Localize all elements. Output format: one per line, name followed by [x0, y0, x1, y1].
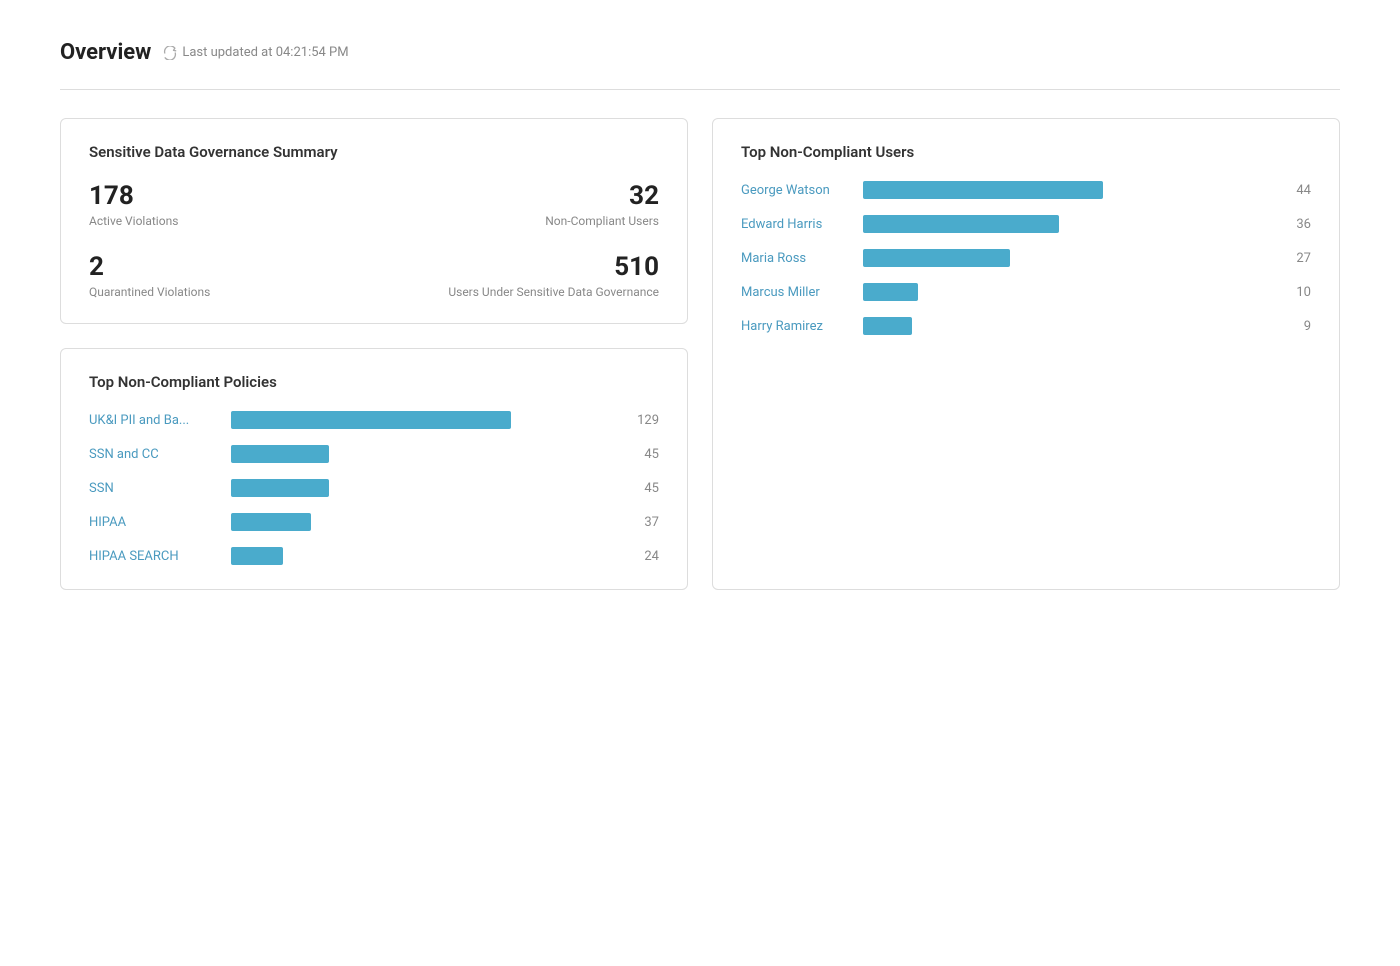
user-bar-row: Harry Ramirez 9 [741, 317, 1311, 335]
policy-bar-value: 37 [631, 515, 659, 530]
user-bar-row: George Watson 44 [741, 181, 1311, 199]
users-sdg-value: 510 [374, 252, 659, 283]
policy-bar-value: 24 [631, 549, 659, 564]
user-bar-track [863, 283, 1271, 301]
user-bar-value: 44 [1283, 183, 1311, 198]
active-violations-value: 178 [89, 181, 374, 212]
page-header: Overview Last updated at 04:21:54 PM [60, 40, 1340, 65]
policies-card: Top Non-Compliant Policies UK&I PII and … [60, 348, 688, 590]
policies-card-title: Top Non-Compliant Policies [89, 373, 659, 391]
policy-bar-label[interactable]: HIPAA SEARCH [89, 549, 219, 564]
user-bar-row: Maria Ross 27 [741, 249, 1311, 267]
policy-bar-row: HIPAA 37 [89, 513, 659, 531]
policy-bar-value: 45 [631, 481, 659, 496]
user-bar-track [863, 215, 1271, 233]
last-updated: Last updated at 04:21:54 PM [163, 45, 348, 60]
user-bar-fill [863, 283, 918, 301]
page-title: Overview [60, 40, 151, 65]
user-bar-track [863, 181, 1271, 199]
summary-card-title: Sensitive Data Governance Summary [89, 143, 659, 161]
policy-bar-label[interactable]: UK&I PII and Ba... [89, 413, 219, 428]
user-bar-track [863, 249, 1271, 267]
policies-bar-list: UK&I PII and Ba... 129 SSN and CC 45 SSN… [89, 411, 659, 565]
user-bar-label[interactable]: Marcus Miller [741, 285, 851, 300]
policy-bar-row: HIPAA SEARCH 24 [89, 547, 659, 565]
users-sdg-item: 510 Users Under Sensitive Data Governanc… [374, 252, 659, 299]
policy-bar-track [231, 411, 619, 429]
quarantined-violations-value: 2 [89, 252, 374, 283]
policy-bar-label[interactable]: HIPAA [89, 515, 219, 530]
quarantined-violations-item: 2 Quarantined Violations [89, 252, 374, 299]
policy-bar-label[interactable]: SSN and CC [89, 447, 219, 462]
policy-bar-row: UK&I PII and Ba... 129 [89, 411, 659, 429]
user-bar-value: 10 [1283, 285, 1311, 300]
non-compliant-users-value: 32 [374, 181, 659, 212]
policy-bar-fill [231, 513, 311, 531]
policy-bar-fill [231, 547, 283, 565]
summary-grid: 178 Active Violations 32 Non-Compliant U… [89, 181, 659, 299]
active-violations-item: 178 Active Violations [89, 181, 374, 228]
users-sdg-label: Users Under Sensitive Data Governance [374, 285, 659, 299]
user-bar-fill [863, 181, 1103, 199]
user-bar-fill [863, 215, 1059, 233]
policy-bar-label[interactable]: SSN [89, 481, 219, 496]
user-bar-value: 27 [1283, 251, 1311, 266]
policy-bar-fill [231, 411, 511, 429]
user-bar-row: Edward Harris 36 [741, 215, 1311, 233]
users-card-title: Top Non-Compliant Users [741, 143, 1311, 161]
user-bar-row: Marcus Miller 10 [741, 283, 1311, 301]
user-bar-fill [863, 317, 912, 335]
policy-bar-fill [231, 445, 329, 463]
user-bar-label[interactable]: Edward Harris [741, 217, 851, 232]
refresh-icon[interactable] [163, 46, 177, 60]
summary-card: Sensitive Data Governance Summary 178 Ac… [60, 118, 688, 324]
header-divider [60, 89, 1340, 90]
non-compliant-users-label: Non-Compliant Users [374, 214, 659, 228]
policy-bar-track [231, 513, 619, 531]
active-violations-label: Active Violations [89, 214, 374, 228]
policy-bar-fill [231, 479, 329, 497]
policy-bar-track [231, 479, 619, 497]
policy-bar-row: SSN and CC 45 [89, 445, 659, 463]
quarantined-violations-label: Quarantined Violations [89, 285, 374, 299]
non-compliant-users-item: 32 Non-Compliant Users [374, 181, 659, 228]
policy-bar-row: SSN 45 [89, 479, 659, 497]
user-bar-fill [863, 249, 1010, 267]
users-card: Top Non-Compliant Users George Watson 44… [712, 118, 1340, 590]
policy-bar-track [231, 547, 619, 565]
policy-bar-value: 45 [631, 447, 659, 462]
user-bar-label[interactable]: Harry Ramirez [741, 319, 851, 334]
policy-bar-value: 129 [631, 413, 659, 428]
user-bar-label[interactable]: Maria Ross [741, 251, 851, 266]
user-bar-track [863, 317, 1271, 335]
updated-text: Last updated at 04:21:54 PM [182, 45, 348, 60]
policy-bar-track [231, 445, 619, 463]
user-bar-value: 36 [1283, 217, 1311, 232]
user-bar-value: 9 [1283, 319, 1311, 334]
user-bar-label[interactable]: George Watson [741, 183, 851, 198]
users-bar-list: George Watson 44 Edward Harris 36 Maria … [741, 181, 1311, 335]
dashboard-grid: Sensitive Data Governance Summary 178 Ac… [60, 118, 1340, 590]
